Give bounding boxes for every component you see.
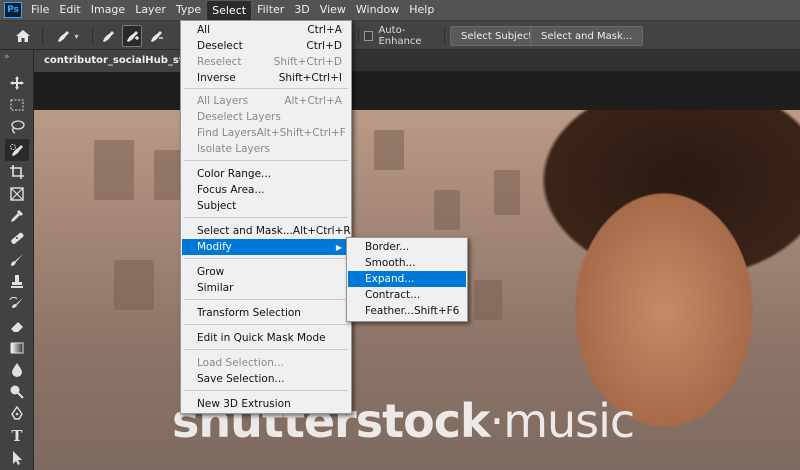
menu-edit[interactable]: Edit bbox=[54, 0, 85, 20]
modify-submenu: Border... Smooth... Expand... Contract..… bbox=[346, 237, 468, 322]
select-menu-item-color-range[interactable]: Color Range... bbox=[182, 166, 350, 182]
blur-tool-icon[interactable] bbox=[5, 359, 29, 381]
menu-3d[interactable]: 3D bbox=[289, 0, 314, 20]
move-tool-icon[interactable] bbox=[5, 72, 29, 94]
modify-item-contract[interactable]: Contract... bbox=[348, 287, 466, 303]
pen-tool-icon[interactable] bbox=[5, 403, 29, 425]
menu-window[interactable]: Window bbox=[351, 0, 404, 20]
select-menu-item-all[interactable]: All Ctrl+A bbox=[182, 22, 350, 38]
history-brush-tool-icon[interactable] bbox=[5, 293, 29, 315]
chevron-down-icon: ▾ bbox=[74, 31, 79, 41]
marquee-tool-icon[interactable] bbox=[5, 94, 29, 116]
select-and-mask-button[interactable]: Select and Mask... bbox=[530, 26, 644, 46]
menu-file[interactable]: File bbox=[26, 0, 54, 20]
menu-select[interactable]: Select bbox=[206, 0, 253, 20]
photoshop-logo-icon: Ps bbox=[4, 2, 22, 18]
select-menu-item-reselect[interactable]: Reselect Shift+Ctrl+D bbox=[182, 54, 350, 70]
modify-item-feather[interactable]: Feather... Shift+F6 bbox=[348, 303, 466, 319]
select-menu-item-save-selection[interactable]: Save Selection... bbox=[182, 371, 350, 387]
collapse-arrows-icon[interactable]: » bbox=[4, 52, 10, 62]
options-bar: ▾ Auto-Enhance Select Subject Select and… bbox=[0, 20, 800, 50]
select-menu-item-load-selection[interactable]: Load Selection... bbox=[182, 355, 350, 371]
select-menu-item-transform-selection[interactable]: Transform Selection bbox=[182, 305, 350, 321]
menu-type[interactable]: Type bbox=[171, 0, 206, 20]
crop-tool-icon[interactable] bbox=[5, 161, 29, 183]
select-menu-item-deselect-layers[interactable]: Deselect Layers bbox=[182, 109, 350, 125]
menu-view[interactable]: View bbox=[315, 0, 351, 20]
dodge-tool-icon[interactable] bbox=[5, 381, 29, 403]
select-menu-item-subject[interactable]: Subject bbox=[182, 198, 350, 214]
auto-enhance-label: Auto-Enhance bbox=[378, 25, 422, 47]
select-menu-item-deselect[interactable]: Deselect Ctrl+D bbox=[182, 38, 350, 54]
select-menu-item-isolate-layers[interactable]: Isolate Layers bbox=[182, 141, 350, 157]
subtract-from-selection-brush-icon[interactable] bbox=[146, 25, 166, 47]
healing-brush-tool-icon[interactable] bbox=[5, 227, 29, 249]
checkbox-box[interactable] bbox=[364, 31, 374, 41]
menu-help[interactable]: Help bbox=[404, 0, 439, 20]
select-menu-item-all-layers[interactable]: All Layers Alt+Ctrl+A bbox=[182, 93, 350, 109]
add-to-selection-brush-icon[interactable] bbox=[122, 25, 142, 47]
frame-tool-icon[interactable] bbox=[5, 183, 29, 205]
eraser-tool-icon[interactable] bbox=[5, 315, 29, 337]
menu-filter[interactable]: Filter bbox=[252, 0, 289, 20]
select-menu-item-find-layers[interactable]: Find Layers Alt+Shift+Ctrl+F bbox=[182, 125, 350, 141]
menu-bar: Ps File Edit Image Layer Type Select Fil… bbox=[0, 0, 800, 20]
select-menu-dropdown: All Ctrl+A Deselect Ctrl+D Reselect Shift+C… bbox=[180, 20, 352, 414]
new-selection-brush-icon[interactable] bbox=[98, 25, 118, 47]
auto-enhance-checkbox[interactable]: Auto-Enhance bbox=[364, 25, 444, 47]
select-menu-item-similar[interactable]: Similar bbox=[182, 280, 350, 296]
submenu-arrow-icon: ▶ bbox=[335, 242, 342, 252]
menu-layer[interactable]: Layer bbox=[130, 0, 171, 20]
select-menu-item-inverse[interactable]: Inverse Shift+Ctrl+I bbox=[182, 70, 350, 86]
tools-panel: » T bbox=[0, 50, 34, 470]
document-tab[interactable]: contributor_socialHub_sttkmusic bbox=[34, 50, 184, 72]
type-tool-icon[interactable]: T bbox=[5, 425, 29, 447]
home-icon[interactable] bbox=[10, 25, 36, 47]
lasso-tool-icon[interactable] bbox=[5, 116, 29, 138]
modify-item-expand[interactable]: Expand... bbox=[348, 271, 466, 287]
modify-item-border[interactable]: Border... bbox=[348, 239, 466, 255]
modify-item-smooth[interactable]: Smooth... bbox=[348, 255, 466, 271]
menu-image[interactable]: Image bbox=[86, 0, 130, 20]
select-menu-item-modify[interactable]: Modify ▶ bbox=[182, 239, 350, 255]
select-menu-item-grow[interactable]: Grow bbox=[182, 264, 350, 280]
select-menu-item-new-3d-extrusion[interactable]: New 3D Extrusion bbox=[182, 396, 350, 412]
select-menu-item-focus-area[interactable]: Focus Area... bbox=[182, 182, 350, 198]
gradient-tool-icon[interactable] bbox=[5, 337, 29, 359]
document-tab-bar: contributor_socialHub_sttkmusic bbox=[34, 50, 800, 72]
quick-selection-tool-icon[interactable] bbox=[5, 139, 29, 161]
brush-tool-icon[interactable] bbox=[5, 249, 29, 271]
select-menu-item-select-and-mask[interactable]: Select and Mask... Alt+Ctrl+R bbox=[182, 223, 351, 239]
eyedropper-tool-icon[interactable] bbox=[5, 205, 29, 227]
clone-stamp-tool-icon[interactable] bbox=[5, 271, 29, 293]
select-menu-item-quick-mask[interactable]: Edit in Quick Mask Mode bbox=[182, 330, 350, 346]
tool-preset-picker[interactable]: ▾ bbox=[50, 25, 84, 47]
path-selection-tool-icon[interactable] bbox=[5, 447, 29, 469]
